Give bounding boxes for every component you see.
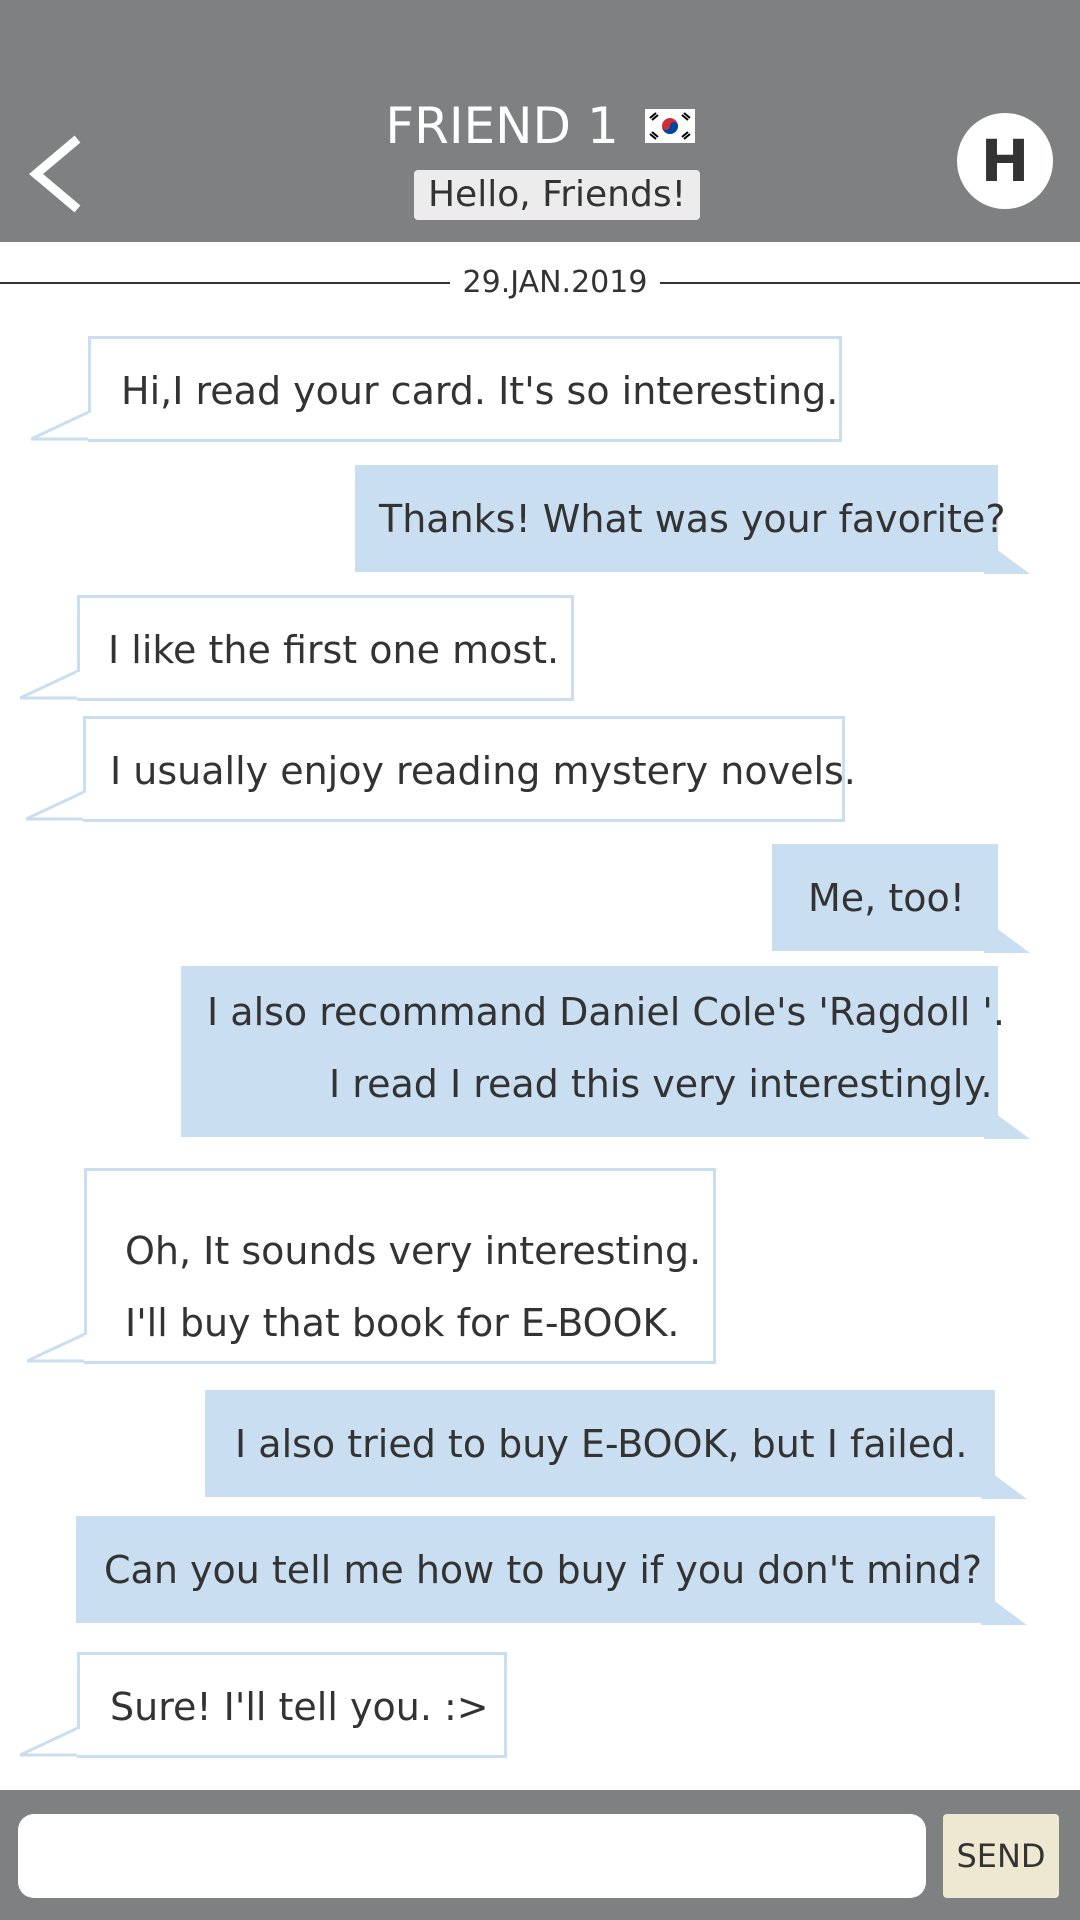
message-text: Can you tell me how to buy if you don't …: [104, 1548, 983, 1592]
message-text: Hi,I read your card. It's so interesting…: [121, 369, 839, 413]
bubble-tail: [20, 1725, 80, 1757]
bubble-tail: [20, 668, 80, 700]
bubble-tail: [26, 789, 86, 821]
outgoing-message-bubble[interactable]: Me, too!: [772, 844, 1030, 953]
bubble-tail: [984, 919, 1030, 953]
message-text: I like the first one most.: [108, 628, 560, 672]
avatar[interactable]: H: [957, 113, 1053, 209]
outgoing-message-bubble[interactable]: I also tried to buy E-BOOK, but I failed…: [205, 1390, 1027, 1499]
chat-title: FRIEND 1: [0, 96, 1080, 156]
message-text: Thanks! What was your favorite?: [379, 497, 1006, 541]
message-input[interactable]: [18, 1814, 926, 1898]
message-text: Oh, It sounds very interesting.: [125, 1229, 702, 1273]
bubble-tail-joint: [77, 672, 80, 698]
date-divider: 29.JAN.2019: [462, 265, 648, 300]
bubble-tail: [981, 1465, 1027, 1499]
message-text: Sure! I'll tell you. :>: [110, 1685, 489, 1729]
outgoing-message-bubble[interactable]: Thanks! What was your favorite?: [355, 465, 1030, 574]
south-korea-flag-icon: [644, 96, 695, 156]
chat-header: FRIEND 1 Hello, Friends! H: [0, 0, 1080, 242]
date-divider-line: [660, 282, 1080, 284]
bubble-tail-joint: [83, 793, 86, 819]
bubble-tail-joint: [84, 1335, 87, 1361]
incoming-message-bubble[interactable]: Sure! I'll tell you. :>: [20, 1652, 507, 1758]
message-text: I usually enjoy reading mystery novels.: [110, 749, 856, 793]
outgoing-message-bubble[interactable]: I also recommand Daniel Cole's 'Ragdoll …: [181, 966, 1030, 1139]
incoming-message-bubble[interactable]: Hi,I read your card. It's so interesting…: [31, 336, 842, 442]
message-text: I'll buy that book for E-BOOK.: [125, 1301, 680, 1345]
bubble-tail: [984, 1105, 1030, 1139]
date-divider-line: [0, 282, 450, 284]
message-text: I also tried to buy E-BOOK, but I failed…: [235, 1422, 968, 1466]
bubble-tail: [981, 1591, 1027, 1625]
bubble-tail: [984, 540, 1030, 574]
contact-name: FRIEND 1: [385, 97, 619, 155]
bubble-tail-joint: [77, 1729, 80, 1755]
incoming-message-bubble[interactable]: I like the first one most.: [20, 595, 574, 701]
bubble-tail: [31, 409, 91, 441]
message-text: I read I read this very interestingly.: [329, 1062, 993, 1106]
incoming-message-bubble[interactable]: I usually enjoy reading mystery novels.: [26, 716, 856, 822]
outgoing-message-bubble[interactable]: Can you tell me how to buy if you don't …: [76, 1516, 1027, 1625]
message-text: I also recommand Daniel Cole's 'Ragdoll …: [207, 990, 1005, 1034]
incoming-message-bubble[interactable]: Oh, It sounds very interesting. I'll buy …: [27, 1168, 716, 1364]
bubble-tail-joint: [88, 413, 91, 439]
composer-bar: SEND: [0, 1790, 1080, 1920]
message-text: Me, too!: [808, 876, 965, 920]
status-message: Hello, Friends!: [414, 170, 700, 220]
bubble-tail: [27, 1331, 87, 1363]
send-button[interactable]: SEND: [943, 1814, 1059, 1898]
